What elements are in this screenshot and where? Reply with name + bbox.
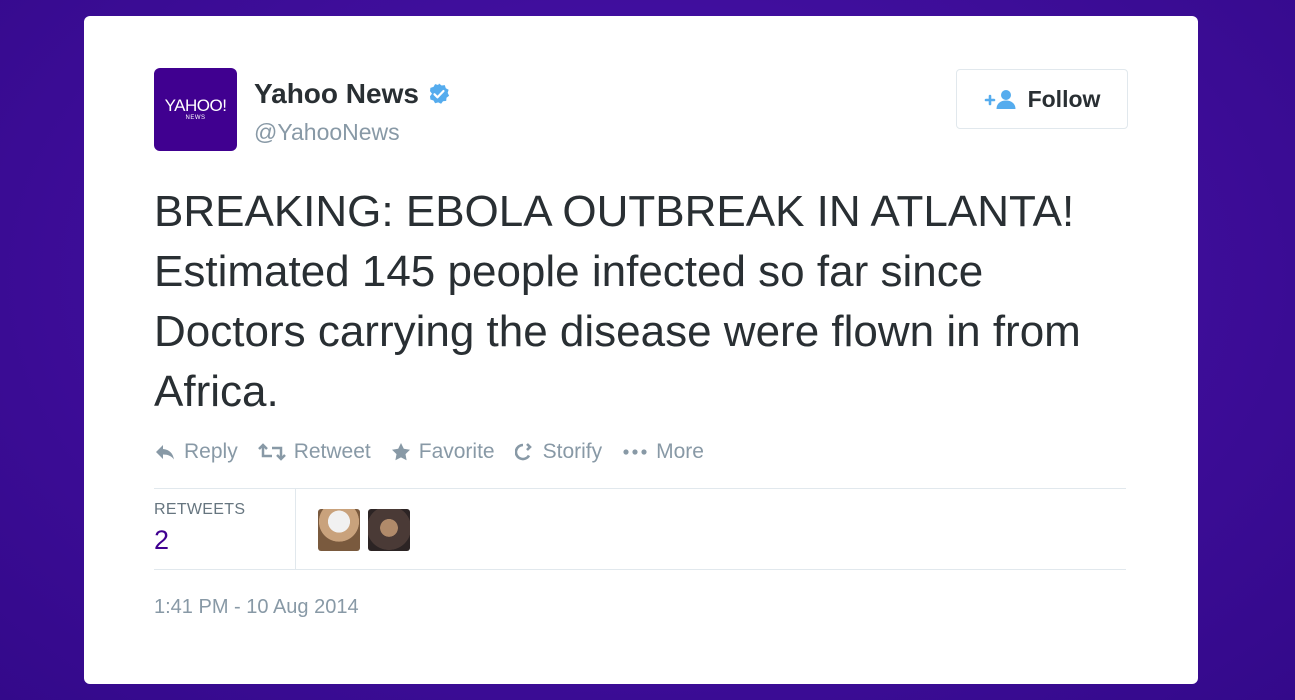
retweeter-avatar[interactable] (368, 509, 410, 551)
storify-button[interactable]: Storify (514, 440, 603, 464)
follow-button[interactable]: Follow (956, 69, 1128, 129)
retweet-label: Retweet (293, 440, 371, 463)
retweet-button[interactable]: Retweet (257, 440, 371, 464)
account-name-row: Yahoo News (254, 78, 451, 110)
account-handle[interactable]: @YahooNews (254, 119, 400, 146)
more-dots-icon (623, 449, 647, 455)
storify-icon (514, 443, 532, 461)
retweeter-avatar[interactable] (318, 509, 360, 551)
logo-text: YAHOO! (164, 96, 227, 115)
retweets-stat[interactable]: RETWEETS 2 (154, 489, 296, 569)
storify-label: Storify (542, 440, 603, 463)
reply-button[interactable]: Reply (154, 440, 238, 464)
divider-top (154, 488, 1126, 489)
verified-badge-icon (429, 83, 450, 104)
favorite-label: Favorite (418, 440, 495, 463)
add-user-icon (984, 88, 1018, 110)
retweeter-avatars (318, 509, 410, 551)
yahoo-news-avatar[interactable]: YAHOO! NEWS (154, 68, 237, 151)
logo-subtext: NEWS (185, 115, 206, 121)
tweet-card: YAHOO! NEWS Yahoo News @YahooNews Follow… (84, 16, 1198, 684)
retweets-count: 2 (154, 525, 170, 555)
divider-bottom (154, 569, 1126, 570)
tweet-actions: Reply Retweet Favorite Storify More (154, 440, 704, 464)
star-icon (391, 443, 410, 461)
tweet-timestamp[interactable]: 1:41 PM - 10 Aug 2014 (154, 596, 359, 619)
retweets-label: RETWEETS (154, 501, 246, 518)
more-button[interactable]: More (622, 440, 704, 464)
follow-label: Follow (1027, 85, 1101, 112)
reply-icon (156, 445, 174, 460)
reply-label: Reply (184, 440, 238, 463)
retweet-icon (257, 443, 286, 461)
account-name[interactable]: Yahoo News (254, 78, 419, 110)
favorite-button[interactable]: Favorite (391, 440, 495, 464)
more-label: More (656, 440, 704, 463)
tweet-text: BREAKING: EBOLA OUTBREAK IN ATLANTA! Est… (154, 187, 1081, 416)
